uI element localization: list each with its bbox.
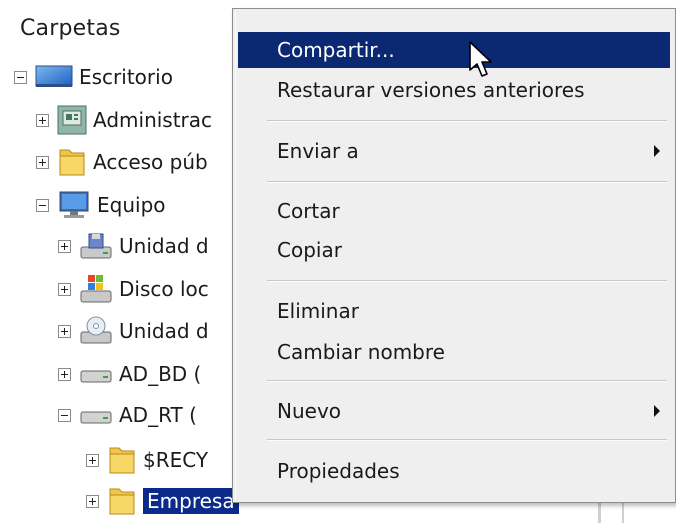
collapse-icon[interactable]: [36, 198, 49, 212]
collapse-icon[interactable]: [58, 408, 71, 422]
floppy-drive-icon: [80, 233, 112, 259]
menu-separator: [267, 120, 667, 122]
menu-item-label: Eliminar: [277, 299, 359, 323]
tree-node-label: Administrac: [93, 108, 213, 132]
tree-node-administracion[interactable]: Administrac: [36, 103, 212, 137]
drive-icon: [80, 411, 112, 424]
desktop-icon: [35, 65, 73, 87]
menu-item-nuevo[interactable]: Nuevo: [238, 393, 670, 429]
menu-item-label: Compartir...: [277, 38, 395, 62]
tree-node-empresa[interactable]: Empresa: [86, 484, 239, 518]
submenu-arrow-icon: [654, 405, 660, 417]
menu-item-copiar[interactable]: Copiar: [238, 232, 670, 268]
tree-node-label: Acceso púb: [93, 150, 208, 174]
menu-separator: [267, 280, 667, 282]
tree-node-acceso-publico[interactable]: Acceso púb: [36, 145, 208, 179]
expand-icon[interactable]: [86, 494, 99, 508]
tree-node-unidad-dvd[interactable]: Unidad d: [58, 314, 209, 348]
expand-icon[interactable]: [58, 282, 71, 296]
tree-node-ad-bd[interactable]: AD_BD (: [58, 357, 201, 391]
computer-icon: [59, 191, 89, 218]
tree-node-label-selected: Empresa: [143, 488, 239, 514]
tree-node-label: $RECY: [143, 448, 209, 472]
folder-icon: [59, 149, 85, 176]
tree-node-label: Unidad d: [119, 234, 209, 258]
tree-node-disco-local[interactable]: Disco loc: [58, 272, 209, 306]
menu-separator: [267, 439, 667, 441]
context-menu: Compartir... Restaurar versiones anterio…: [232, 8, 676, 503]
menu-item-label: Enviar a: [277, 139, 359, 163]
dvd-drive-icon: [80, 316, 112, 344]
menu-item-compartir[interactable]: Compartir...: [238, 32, 670, 68]
drive-icon: [80, 370, 112, 383]
tree-node-unidad-disquete[interactable]: Unidad d: [58, 229, 209, 263]
expand-icon[interactable]: [58, 367, 71, 381]
tree-node-ad-rt[interactable]: AD_RT (: [58, 398, 197, 432]
menu-item-cambiar-nombre[interactable]: Cambiar nombre: [238, 334, 670, 370]
tree-node-label: Disco loc: [119, 277, 209, 301]
tree-node-escritorio[interactable]: Escritorio: [14, 60, 173, 94]
menu-item-restaurar-versiones[interactable]: Restaurar versiones anteriores: [238, 72, 670, 108]
menu-separator: [267, 380, 667, 382]
folder-icon: [109, 488, 135, 515]
submenu-arrow-icon: [654, 145, 660, 157]
menu-item-propiedades[interactable]: Propiedades: [238, 453, 670, 489]
windows-drive-icon: [80, 275, 112, 303]
menu-item-cortar[interactable]: Cortar: [238, 193, 670, 229]
menu-item-label: Copiar: [277, 238, 342, 262]
folder-icon: [109, 447, 135, 474]
expand-icon[interactable]: [36, 155, 49, 169]
menu-item-label: Restaurar versiones anteriores: [277, 78, 585, 102]
tree-node-label: AD_RT (: [119, 403, 197, 427]
expand-icon[interactable]: [58, 239, 71, 253]
mouse-cursor-icon: [469, 41, 492, 77]
expand-icon[interactable]: [36, 113, 49, 127]
tree-node-label: AD_BD (: [119, 362, 202, 386]
collapse-icon[interactable]: [14, 70, 27, 84]
expand-icon[interactable]: [86, 453, 99, 467]
menu-item-enviar-a[interactable]: Enviar a: [238, 133, 670, 169]
tree-node-label: Unidad d: [119, 319, 209, 343]
tree-node-recycle[interactable]: $RECY: [86, 443, 208, 477]
tree-node-equipo[interactable]: Equipo: [36, 188, 166, 222]
expand-icon[interactable]: [58, 324, 71, 338]
menu-item-eliminar[interactable]: Eliminar: [238, 293, 670, 329]
menu-item-label: Cortar: [277, 199, 340, 223]
folders-pane-title: Carpetas: [20, 16, 121, 41]
menu-item-label: Propiedades: [277, 459, 400, 483]
tree-node-label: Equipo: [97, 193, 166, 217]
tree-node-label: Escritorio: [79, 65, 173, 89]
menu-item-label: Cambiar nombre: [277, 340, 445, 364]
control-panel-icon: [57, 105, 87, 135]
menu-separator: [267, 181, 667, 183]
menu-item-label: Nuevo: [277, 399, 342, 423]
